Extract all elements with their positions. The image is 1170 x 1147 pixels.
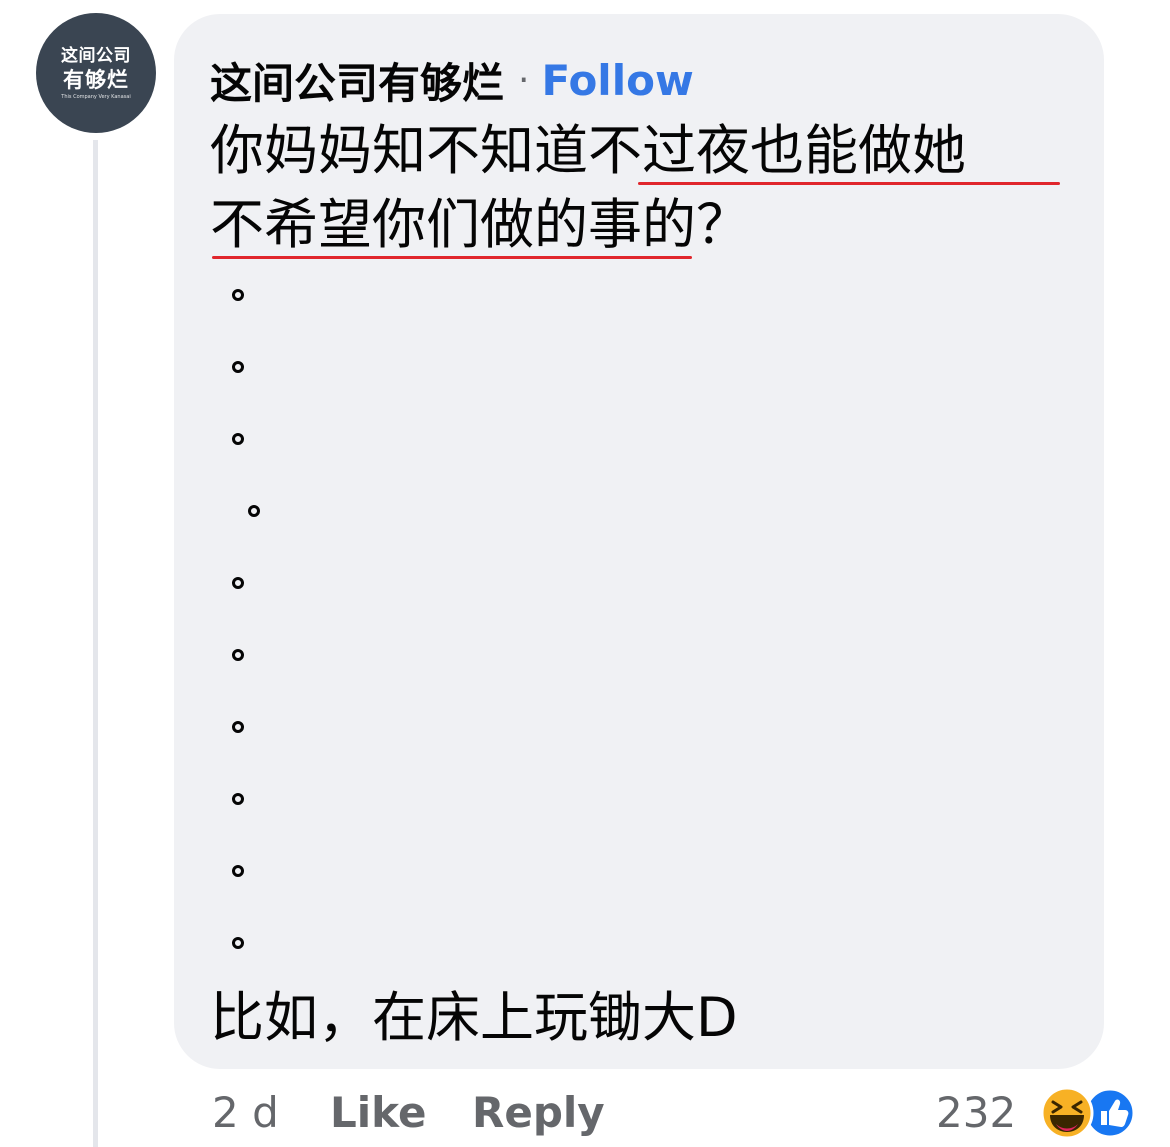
reactions-summary[interactable] xyxy=(1036,1082,1136,1144)
period-mark xyxy=(232,649,244,661)
comment-text-line-2: 不希望你们做的事的？ xyxy=(210,193,750,256)
period-mark xyxy=(232,361,244,373)
reaction-count[interactable]: 232 xyxy=(936,1085,1016,1141)
like-button[interactable]: Like xyxy=(330,1085,426,1141)
author-name[interactable]: 这间公司有够烂 xyxy=(210,50,504,111)
follow-button[interactable]: Follow xyxy=(541,56,693,105)
period-mark xyxy=(232,433,244,445)
period-mark xyxy=(232,721,244,733)
comment-text-line-1: 你妈妈知不知道不过夜也能做她 xyxy=(210,119,966,182)
period-mark xyxy=(232,865,244,877)
separator-dot: · xyxy=(518,59,530,101)
period-mark xyxy=(232,937,244,949)
period-mark xyxy=(232,793,244,805)
comment-text-last-line: 比如，在床上玩锄大D xyxy=(210,986,738,1049)
period-mark xyxy=(232,577,244,589)
laughing-emoji-icon xyxy=(1040,1086,1094,1140)
red-underline-1 xyxy=(638,182,1060,185)
avatar-text-line2: 有够烂 xyxy=(63,68,129,92)
thread-line xyxy=(93,140,98,1147)
reply-button[interactable]: Reply xyxy=(472,1085,605,1141)
comment-header: 这间公司有够烂 · Follow xyxy=(210,50,694,110)
avatar-text-line1: 这间公司 xyxy=(61,46,131,66)
red-underline-2 xyxy=(212,256,692,259)
comment-timestamp[interactable]: 2 d xyxy=(212,1085,279,1141)
avatar[interactable]: 这间公司 有够烂 This Company Very Kanasai xyxy=(36,13,156,133)
period-mark xyxy=(232,289,244,301)
avatar-text-line3: This Company Very Kanasai xyxy=(61,94,131,100)
period-mark xyxy=(248,505,260,517)
